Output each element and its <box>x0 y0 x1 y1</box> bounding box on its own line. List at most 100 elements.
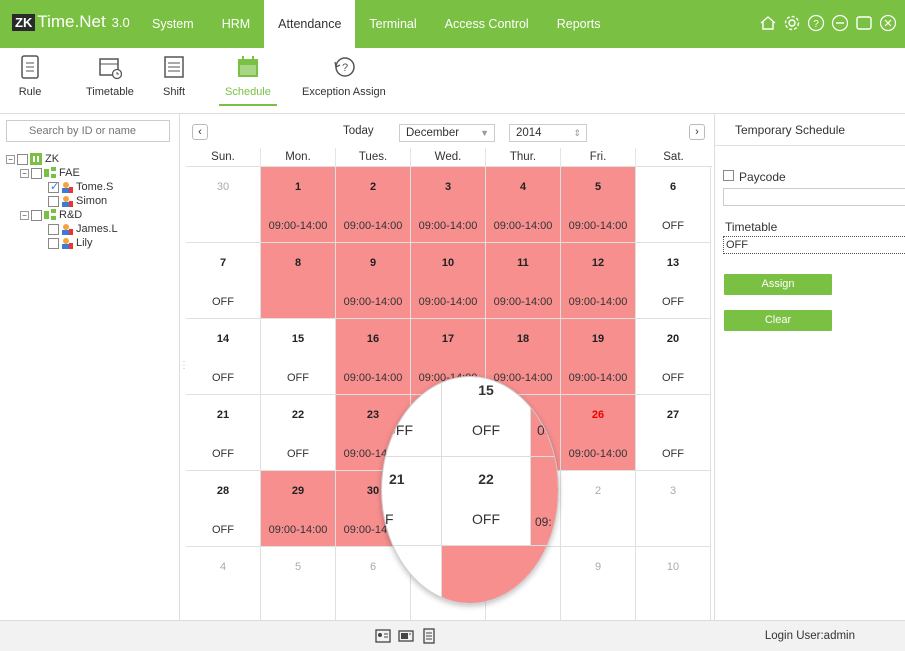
clear-button[interactable]: Clear <box>724 310 832 331</box>
calendar-day-cell[interactable]: 18 09:00-14:00 <box>486 319 561 395</box>
month-select[interactable]: December ▼ <box>399 124 495 142</box>
calendar-day-cell[interactable]: 10 <box>636 547 711 623</box>
calendar-day-cell[interactable]: 20 OFF <box>636 319 711 395</box>
calendar-day-cell[interactable]: 2 09:00-14:00 <box>336 167 411 243</box>
panel-splitter[interactable]: ⋮ <box>179 360 189 380</box>
assign-button[interactable]: Assign <box>724 274 832 295</box>
timetable-select[interactable]: OFF ▼ <box>723 236 905 254</box>
exception-assign-button[interactable]: ? Exception Assign <box>302 54 386 98</box>
calendar-day-cell[interactable]: 28 OFF <box>186 471 261 547</box>
id-card-icon[interactable] <box>375 628 391 644</box>
timetable-button[interactable]: Timetable <box>86 54 134 98</box>
minimize-icon[interactable] <box>831 14 849 32</box>
tree-checkbox[interactable] <box>48 195 59 207</box>
shift-button[interactable]: Shift <box>162 54 186 98</box>
calendar-day-cell[interactable]: 7 OFF <box>186 243 261 319</box>
calendar-day-cell[interactable]: 9 09:00-14:00 <box>336 243 411 319</box>
tree-node-lily[interactable]: Lily <box>48 236 93 250</box>
calendar-day-cell[interactable]: 21 OFF <box>186 395 261 471</box>
calendar-day-cell[interactable]: 4 <box>186 547 261 623</box>
calendar-day-cell[interactable]: 15 OFF <box>261 319 336 395</box>
calendar-day-cell[interactable]: 10 09:00-14:00 <box>411 243 486 319</box>
tree-label: Simon <box>76 195 108 207</box>
tree-node-simon[interactable]: Simon <box>48 194 107 208</box>
menu-access-control[interactable]: Access Control <box>431 0 543 48</box>
calendar-day-cell[interactable]: 8 <box>486 547 561 623</box>
calendar-day-cell[interactable]: 6 OFF <box>636 167 711 243</box>
day-number: 2 <box>594 485 602 497</box>
next-month-button[interactable]: › <box>689 124 705 140</box>
calendar-day-cell[interactable]: 5 09:00-14:00 <box>561 167 636 243</box>
tree-node-james[interactable]: James.L <box>48 222 118 236</box>
calendar-day-cell[interactable]: 6 <box>336 547 411 623</box>
calendar-day-cell[interactable]: 14 OFF <box>186 319 261 395</box>
tree-checkbox[interactable] <box>48 223 59 235</box>
day-number: 12 <box>591 257 605 269</box>
prev-month-button[interactable]: ‹ <box>192 124 208 140</box>
calendar-day-cell[interactable]: 29 09:00-14:00 <box>261 471 336 547</box>
calendar-day-cell[interactable]: 31 09:00-14:00 <box>411 471 486 547</box>
calendar-day-cell[interactable]: 22 OFF <box>261 395 336 471</box>
schedule-button[interactable]: Schedule <box>219 54 277 106</box>
day-schedule-text: OFF <box>662 296 684 308</box>
tree-checkbox[interactable] <box>17 153 28 165</box>
calendar-day-cell[interactable]: 25 09:00-14:00 <box>486 395 561 471</box>
calendar-day-cell[interactable]: 19 09:00-14:00 <box>561 319 636 395</box>
tree-node-rd[interactable]: − R&D <box>20 208 82 222</box>
gear-icon[interactable] <box>783 14 801 32</box>
calendar-day-cell[interactable]: 11 09:00-14:00 <box>486 243 561 319</box>
collapse-icon[interactable]: − <box>6 154 15 164</box>
calendar-day-cell[interactable]: 13 OFF <box>636 243 711 319</box>
calendar-day-cell[interactable]: 30 09:00-14:00 <box>336 471 411 547</box>
weekday-header: Sun. Mon. Tues. Wed. Thur. Fri. Sat. <box>186 148 712 166</box>
calendar-day-cell[interactable]: 3 <box>636 471 711 547</box>
calendar-day-cell[interactable]: 26 09:00-14:00 <box>561 395 636 471</box>
home-icon[interactable] <box>759 14 777 32</box>
document-icon[interactable] <box>421 628 437 644</box>
calendar-day-cell[interactable]: 16 09:00-14:00 <box>336 319 411 395</box>
rule-button[interactable]: Rule <box>18 54 42 98</box>
today-button[interactable]: Today <box>343 125 374 137</box>
calendar-day-cell[interactable]: 23 09:00-14:00 <box>336 395 411 471</box>
calendar-day-cell[interactable]: 9 <box>561 547 636 623</box>
menu-terminal[interactable]: Terminal <box>355 0 430 48</box>
tree-checkbox[interactable] <box>31 209 42 221</box>
help-icon[interactable]: ? <box>807 14 825 32</box>
calendar-day-cell[interactable]: 7 <box>411 547 486 623</box>
paycode-checkbox[interactable] <box>723 170 734 181</box>
calendar-day-cell[interactable]: 17 09:00-14:00 <box>411 319 486 395</box>
tree-checkbox-checked[interactable] <box>48 180 59 193</box>
tree-node-fae[interactable]: − FAE <box>20 166 80 180</box>
calendar-day-cell[interactable]: 12 09:00-14:00 <box>561 243 636 319</box>
search-input[interactable] <box>6 120 170 142</box>
spinner-icon[interactable]: ⇕ <box>573 125 581 141</box>
collapse-icon[interactable]: − <box>20 210 29 220</box>
day-number: 20 <box>666 333 680 345</box>
calendar-day-cell[interactable]: 3 09:00-14:00 <box>411 167 486 243</box>
calendar-day-cell[interactable]: 24 09:00-14:00 <box>411 395 486 471</box>
tree-label: FAE <box>59 167 80 179</box>
menu-attendance[interactable]: Attendance <box>264 0 356 48</box>
paycode-select[interactable]: ▼ <box>723 188 905 206</box>
close-icon[interactable] <box>879 14 897 32</box>
calendar-day-cell[interactable]: 5 <box>261 547 336 623</box>
calendar-day-cell[interactable]: 1 <box>486 471 561 547</box>
logo-text: Time.Net <box>37 12 106 31</box>
year-spinner[interactable]: 2014 ⇕ <box>509 124 587 142</box>
tree-node-zk[interactable]: − ZK <box>6 152 59 166</box>
calendar-day-cell[interactable]: 4 09:00-14:00 <box>486 167 561 243</box>
tree-checkbox[interactable] <box>31 167 42 179</box>
calendar-day-cell[interactable]: 8 <box>261 243 336 319</box>
menu-hrm[interactable]: HRM <box>208 0 264 48</box>
tree-node-tome[interactable]: Tome.S <box>48 180 113 194</box>
calendar-day-cell[interactable]: 2 <box>561 471 636 547</box>
maximize-icon[interactable] <box>855 14 873 32</box>
menu-reports[interactable]: Reports <box>543 0 615 48</box>
tree-checkbox[interactable] <box>48 237 59 249</box>
calendar-day-cell[interactable]: 1 09:00-14:00 <box>261 167 336 243</box>
calendar-day-cell[interactable]: 30 <box>186 167 261 243</box>
device-icon[interactable] <box>398 628 414 644</box>
collapse-icon[interactable]: − <box>20 168 29 178</box>
menu-system[interactable]: System <box>138 0 208 48</box>
calendar-day-cell[interactable]: 27 OFF <box>636 395 711 471</box>
